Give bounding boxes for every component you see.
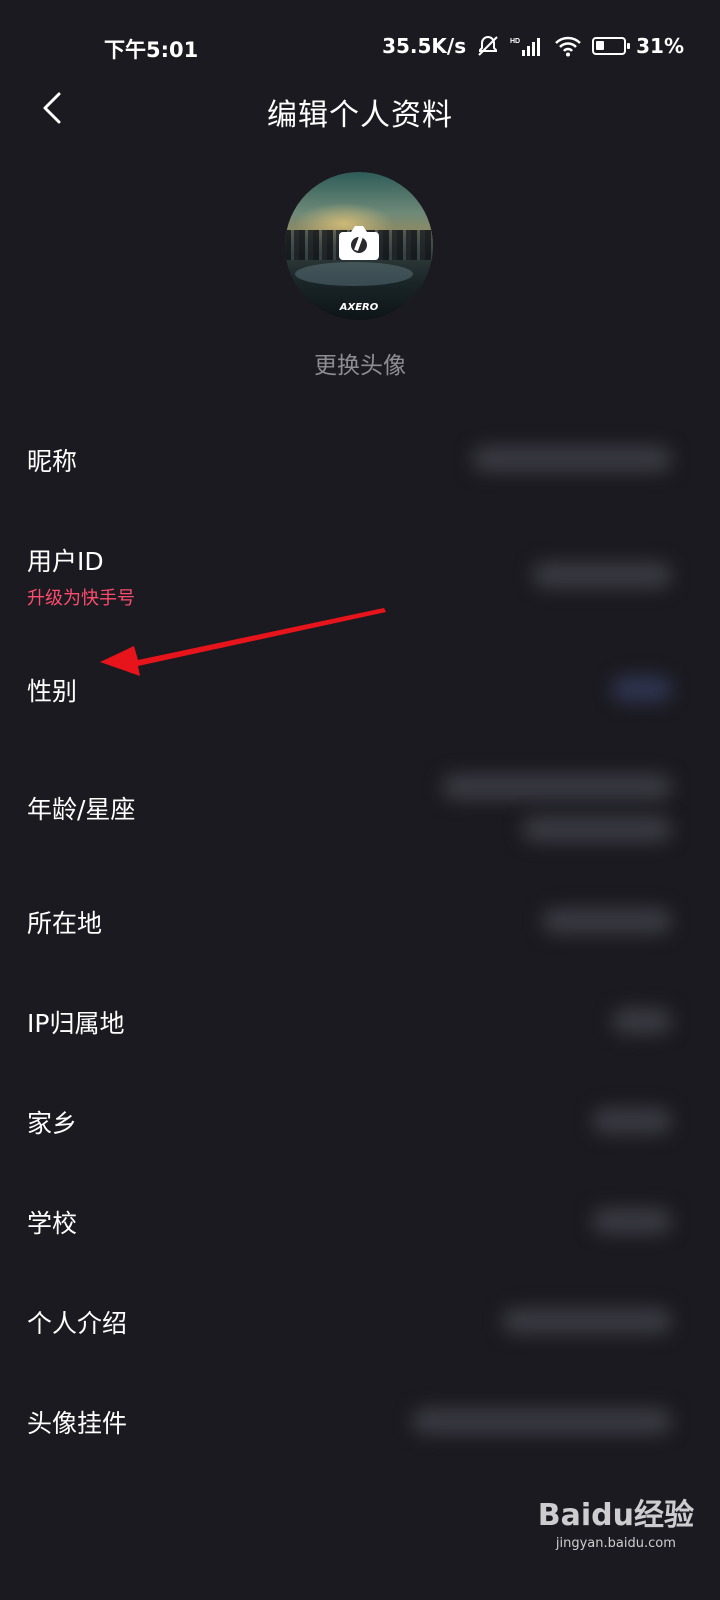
field-label: 个人介绍	[27, 1309, 128, 1338]
battery-level-fill	[596, 41, 605, 50]
watermark-logo: Baidu经验	[537, 1498, 694, 1533]
status-time: 下午5:01	[104, 38, 199, 62]
annotation-arrow	[100, 608, 386, 676]
field-nickname[interactable]: 昵称	[0, 420, 720, 500]
field-bio[interactable]: 个人介绍	[0, 1284, 720, 1364]
field-label: 用户ID	[27, 547, 104, 576]
baidu-jingyan-watermark: Baidu经验 jingyan.baidu.com	[538, 1490, 694, 1551]
field-value-blurred	[442, 774, 672, 800]
field-label: 头像挂件	[27, 1409, 128, 1438]
field-value-blurred	[472, 446, 672, 472]
field-value-blurred	[592, 1208, 672, 1234]
field-value-blurred	[612, 1008, 672, 1034]
field-avatar-pendant[interactable]: 头像挂件	[0, 1384, 720, 1464]
field-location[interactable]: 所在地	[0, 882, 720, 962]
field-label: IP归属地	[27, 1009, 125, 1038]
field-value-blurred	[612, 676, 672, 702]
camera-icon	[339, 226, 379, 260]
field-value-blurred	[592, 1108, 672, 1134]
page-title: 编辑个人资料	[267, 98, 453, 133]
field-label: 所在地	[27, 909, 103, 938]
field-label: 年龄/星座	[27, 795, 136, 824]
field-age-constellation[interactable]: 年龄/星座	[0, 760, 720, 860]
field-label: 昵称	[27, 447, 78, 476]
field-value-blurred	[502, 1308, 672, 1334]
network-speed: 35.5K/s	[382, 34, 467, 58]
watermark-url: jingyan.baidu.com	[555, 1536, 676, 1551]
field-school[interactable]: 学校	[0, 1184, 720, 1264]
field-value-blurred	[412, 1408, 672, 1434]
avatar[interactable]: AXERO	[285, 172, 433, 320]
change-avatar-link[interactable]: 更换头像	[0, 346, 720, 380]
status-indicators: 35.5K/s HD 31%	[382, 34, 684, 58]
avatar-brand-mark: AXERO	[339, 302, 379, 313]
avatar-river	[295, 262, 413, 286]
battery-percent: 31%	[636, 34, 684, 58]
field-hometown[interactable]: 家乡	[0, 1084, 720, 1164]
field-value-blurred	[542, 908, 672, 934]
svg-text:HD: HD	[510, 38, 520, 45]
field-label: 家乡	[27, 1109, 78, 1138]
field-label: 性别	[27, 677, 78, 706]
battery-icon	[592, 37, 631, 55]
signal-hd-icon: HD	[510, 38, 541, 56]
mute-bell-icon	[478, 35, 498, 56]
field-value-blurred	[532, 562, 672, 588]
top-bar: 编辑个人资料	[0, 72, 720, 144]
field-ip-location[interactable]: IP归属地	[0, 984, 720, 1064]
wifi-icon	[555, 36, 582, 57]
field-value-blurred	[522, 816, 672, 842]
field-label: 学校	[27, 1209, 78, 1238]
